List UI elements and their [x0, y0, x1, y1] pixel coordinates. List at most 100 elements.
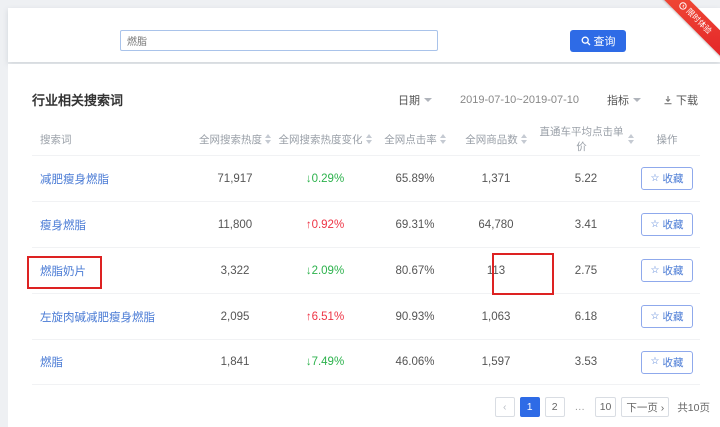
annotation-box-keyword: [27, 256, 102, 289]
cpc-cell: 3.53: [574, 356, 598, 368]
column-header: 搜索词: [32, 132, 196, 147]
column-header-label: 操作: [656, 133, 678, 146]
change-cell: ↓0.29%: [274, 173, 376, 185]
change-cell: ↑6.51%: [274, 311, 376, 323]
item-count-cell: 1,371: [481, 172, 511, 185]
pagination: ‹ 1 2 … 10 下一页 › 共10页: [494, 397, 710, 417]
action-cell: ☆ 收藏: [634, 350, 700, 374]
up-arrow-delta: ↑0.92%: [305, 218, 345, 231]
down-arrow-delta: ↓7.49%: [305, 356, 345, 368]
table-row: 减肥瘦身燃脂 71,917 ↓0.29% 65.89% 1,371 5.22 ☆ 收藏: [32, 155, 700, 201]
pagination-page-1[interactable]: 1: [519, 397, 540, 417]
favorite-button-label: 收藏: [662, 311, 684, 323]
pagination-page-10[interactable]: 10: [594, 397, 617, 417]
favorite-button-label: 收藏: [662, 356, 684, 369]
down-arrow-delta: ↓0.29%: [305, 172, 345, 185]
star-outline-icon: ☆: [650, 218, 660, 230]
table-row: 燃脂奶片 3,322 ↓2.09% 80.67% 113 2.75 ☆ 收藏: [32, 247, 700, 293]
star-outline-icon: ☆: [650, 356, 660, 367]
change-cell: ↓7.49%: [274, 356, 376, 368]
keyword-link[interactable]: 燃脂: [40, 357, 63, 369]
heat-cell: 2,095: [220, 310, 250, 323]
action-cell: ☆ 收藏: [634, 167, 700, 190]
star-outline-icon: ☆: [650, 172, 660, 184]
favorite-button[interactable]: ☆ 收藏: [640, 167, 694, 190]
ctr-cell: 90.93%: [395, 310, 435, 323]
column-header[interactable]: 全网搜索热度: [196, 132, 274, 147]
cpc-cell: 6.18: [574, 310, 598, 323]
metric-dropdown[interactable]: 指标: [607, 92, 641, 108]
sort-arrows-icon[interactable]: [265, 134, 271, 144]
favorite-button-label: 收藏: [662, 265, 684, 277]
action-cell: ☆ 收藏: [634, 213, 700, 236]
column-header[interactable]: 全网商品数: [454, 132, 538, 147]
keyword-cell: 瘦身燃脂: [32, 217, 196, 233]
column-header-label: 全网搜索热度: [199, 133, 262, 146]
pagination-ellipsis: …: [574, 401, 585, 413]
sort-arrows-icon[interactable]: [520, 134, 527, 144]
column-header-label: 全网搜索热度变化: [278, 133, 363, 146]
change-cell: ↑0.92%: [274, 219, 376, 231]
keyword-link[interactable]: 瘦身燃脂: [40, 220, 86, 232]
column-header-label: 搜索词: [40, 133, 72, 146]
cpc-cell: 5.22: [574, 172, 598, 185]
column-header[interactable]: 全网搜索热度变化: [274, 132, 376, 147]
favorite-button[interactable]: ☆ 收藏: [640, 350, 694, 374]
item-count-cell: 1,063: [481, 310, 511, 323]
promo-ribbon-container: 限时体验: [656, 0, 720, 64]
chevron-down-icon: [633, 98, 641, 102]
ctr-cell: 80.67%: [395, 264, 435, 277]
date-range-value[interactable]: 2019-07-10~2019-07-10: [460, 94, 579, 106]
keyword-cell: 燃脂: [32, 354, 196, 370]
heat-cell: 11,800: [217, 218, 253, 231]
keyword-cell: 左旋肉碱减肥瘦身燃脂: [32, 309, 196, 325]
column-header[interactable]: 全网点击率: [376, 132, 454, 147]
pagination-prev-button[interactable]: ‹: [494, 397, 515, 417]
star-outline-icon: ☆: [650, 264, 660, 276]
date-dropdown[interactable]: 日期: [398, 92, 433, 108]
sort-arrows-icon[interactable]: [439, 134, 446, 144]
table-row: 瘦身燃脂 11,800 ↑0.92% 69.31% 64,780 3.41 ☆ 收藏: [32, 201, 700, 247]
keyword-link[interactable]: 左旋肉碱减肥瘦身燃脂: [40, 312, 155, 324]
down-arrow-delta: ↓2.09%: [305, 264, 345, 277]
pagination-page-2[interactable]: 2: [544, 397, 565, 417]
heat-cell: 71,917: [217, 172, 253, 185]
keyword-cell: 减肥瘦身燃脂: [32, 171, 196, 187]
search-button[interactable]: 查询: [570, 30, 626, 52]
keyword-link[interactable]: 减肥瘦身燃脂: [40, 174, 109, 186]
download-button[interactable]: 下载: [663, 92, 698, 108]
header-controls: 日期 2019-07-10~2019-07-10 指标 下载: [398, 92, 698, 108]
metric-dropdown-label: 指标: [607, 94, 629, 107]
section-header: 行业相关搜索词 日期 2019-07-10~2019-07-10 指标 下载: [8, 64, 720, 123]
table-header-row: 搜索词 全网搜索热度 全网搜索热度变化 全网点击率 全网商品数 直通车平均点击单价 操作: [32, 123, 700, 155]
ctr-cell: 69.31%: [395, 218, 435, 231]
search-button-label: 查询: [593, 36, 616, 48]
action-cell: ☆ 收藏: [634, 259, 700, 282]
item-count-cell: 1,597: [481, 356, 511, 368]
annotation-box-item-count: [492, 253, 554, 295]
favorite-button[interactable]: ☆ 收藏: [640, 305, 694, 328]
ctr-cell: 46.06%: [395, 356, 435, 368]
sort-arrows-icon[interactable]: [365, 134, 372, 144]
favorite-button[interactable]: ☆ 收藏: [640, 213, 694, 236]
ctr-cell: 65.89%: [395, 172, 435, 185]
search-input[interactable]: [120, 30, 438, 51]
heat-cell: 3,322: [220, 264, 250, 277]
promo-ribbon[interactable]: 限时体验: [656, 0, 720, 64]
magnifier-icon: [581, 36, 590, 46]
download-button-label: 下载: [676, 94, 698, 107]
up-arrow-delta: ↑6.51%: [305, 310, 345, 323]
change-cell: ↓2.09%: [274, 265, 376, 277]
pagination-next-button[interactable]: 下一页 ›: [621, 397, 670, 417]
search-bar-panel: 查询: [8, 8, 720, 62]
page-title: 行业相关搜索词: [32, 93, 124, 108]
table-row: 左旋肉碱减肥瘦身燃脂 2,095 ↑6.51% 90.93% 1,063 6.18 ☆ 收藏: [32, 293, 700, 339]
industry-search-terms-panel: 行业相关搜索词 日期 2019-07-10~2019-07-10 指标 下载 搜…: [8, 64, 720, 427]
pagination-total-pages: 共10页: [677, 401, 710, 414]
promo-ribbon-label: 限时体验: [684, 6, 714, 36]
column-header[interactable]: 直通车平均点击单价: [538, 124, 634, 154]
column-header-label: 全网点击率: [384, 133, 437, 146]
table-row: 燃脂 1,841 ↓7.49% 46.06% 1,597 3.53 ☆ 收藏: [32, 339, 700, 385]
table-body: 减肥瘦身燃脂 71,917 ↓0.29% 65.89% 1,371 5.22 ☆ 收藏 瘦身燃脂…: [32, 155, 700, 385]
favorite-button[interactable]: ☆ 收藏: [640, 259, 694, 282]
